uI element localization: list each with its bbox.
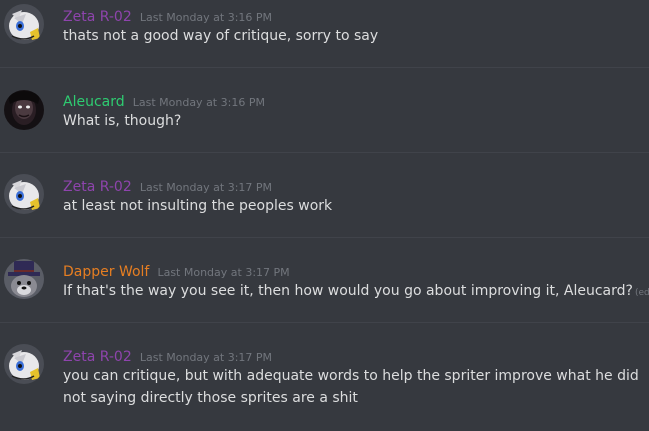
message-header: Zeta R-02 Last Monday at 3:17 PM [63,346,272,365]
chat-messages: Zeta R-02 Last Monday at 3:16 PM thats n… [0,0,649,431]
username[interactable]: Zeta R-02 [63,179,132,195]
message-text: If that's the way you see it, then how w… [63,283,633,299]
username[interactable]: Zeta R-02 [63,349,132,365]
message-content: at least not insulting the peoples work [63,195,643,217]
username[interactable]: Aleucard [63,94,125,110]
cartoon-character-avatar-icon[interactable] [4,4,44,44]
cartoon-character-avatar-icon[interactable] [4,344,44,384]
timestamp[interactable]: Last Monday at 3:17 PM [157,266,289,279]
message-item: Zeta R-02 Last Monday at 3:17 PM you can… [0,323,649,431]
message-line: What is, though? [63,113,182,129]
message-item: Aleucard Last Monday at 3:16 PM What is,… [0,68,649,152]
message-line: not saying directly those sprites are a … [63,390,358,406]
timestamp[interactable]: Last Monday at 3:16 PM [133,96,265,109]
message-content: If that's the way you see it, then how w… [63,280,649,304]
message-line: you can critique, but with adequate word… [63,368,639,384]
message-content: thats not a good way of critique, sorry … [63,25,643,47]
message-content: What is, though? [63,110,643,132]
message-header: Dapper Wolf Last Monday at 3:17 PM [63,261,290,280]
message-line: at least not insulting the peoples work [63,198,333,214]
username[interactable]: Zeta R-02 [63,9,132,25]
message-item: Dapper Wolf Last Monday at 3:17 PM If th… [0,238,649,322]
message-header: Aleucard Last Monday at 3:16 PM [63,91,265,110]
message-header: Zeta R-02 Last Monday at 3:16 PM [63,6,272,25]
message-line: If that's the way you see it, then how w… [63,280,649,304]
message-item: Zeta R-02 Last Monday at 3:16 PM thats n… [0,0,649,66]
edited-label: (edited) [634,288,649,298]
message-content: you can critique, but with adequate word… [63,365,643,409]
top-hat-wolf-avatar-icon[interactable] [4,259,44,299]
cartoon-character-avatar-icon[interactable] [4,174,44,214]
dark-figure-avatar-icon[interactable] [4,90,44,130]
timestamp[interactable]: Last Monday at 3:17 PM [140,351,272,364]
timestamp[interactable]: Last Monday at 3:16 PM [140,11,272,24]
message-line: thats not a good way of critique, sorry … [63,28,379,44]
message-header: Zeta R-02 Last Monday at 3:17 PM [63,176,272,195]
username[interactable]: Dapper Wolf [63,264,149,280]
message-item: Zeta R-02 Last Monday at 3:17 PM at leas… [0,153,649,237]
timestamp[interactable]: Last Monday at 3:17 PM [140,181,272,194]
